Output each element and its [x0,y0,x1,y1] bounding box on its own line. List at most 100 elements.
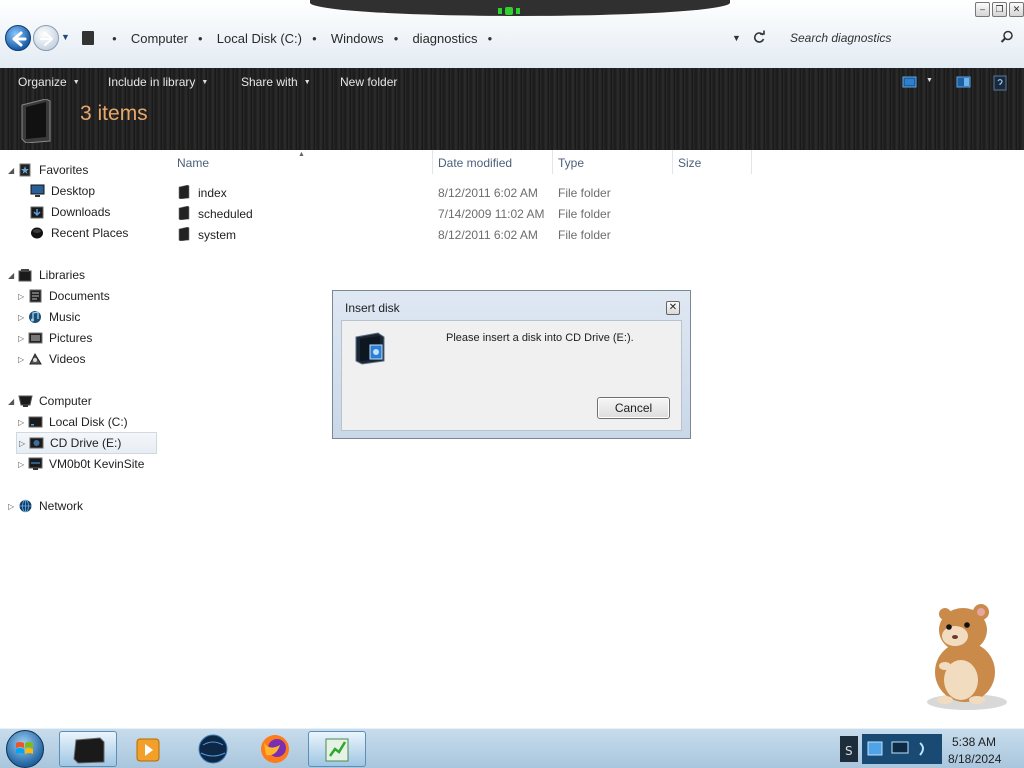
chevron-down-icon: ▼ [72,78,80,86]
start-button[interactable] [6,730,44,768]
refresh-icon [753,30,765,43]
downloads-icon [30,206,44,219]
nav-cd-drive-e-label: CD Drive (E:) [50,436,122,450]
include-in-library-button[interactable]: Include in library ▼ [108,75,208,89]
breadcrumb-separator[interactable]: ● [198,34,203,43]
favorites-icon [19,163,31,177]
forward-arrow-icon [40,32,53,46]
nav-computer[interactable]: ◢ Computer [8,391,92,411]
nav-favorites[interactable]: ◢ Favorites [8,160,88,180]
column-header-size[interactable]: Size [678,156,701,170]
change-view-icon[interactable] [902,75,918,89]
breadcrumb-windows[interactable]: Windows [331,31,384,46]
file-type: File folder [558,207,611,221]
nav-downloads[interactable]: Downloads [30,202,110,222]
libraries-icon [18,269,32,282]
expand-arrow-icon[interactable]: ▷ [18,313,28,322]
view-options-dropdown[interactable]: ▼ [926,77,933,84]
nav-desktop[interactable]: Desktop [30,181,95,201]
back-button[interactable] [5,25,31,51]
folder-icon [178,227,190,241]
nav-recent-places-label: Recent Places [51,226,129,240]
search-icon[interactable] [1000,30,1014,44]
recent-pages-dropdown-button[interactable]: ▼ [61,32,71,42]
collapse-arrow-icon[interactable]: ◢ [8,271,18,280]
nav-network-location[interactable]: ▷ VM0b0t KevinSite [18,454,144,474]
show-hidden-icons-icon[interactable]: S [840,736,858,762]
breadcrumb-separator[interactable]: ● [312,34,317,43]
breadcrumb-separator[interactable]: ● [394,34,399,43]
nav-local-disk-c[interactable]: ▷ Local Disk (C:) [18,412,128,432]
nav-music-label: Music [49,310,81,324]
breadcrumb-diagnostics[interactable]: diagnostics [412,31,477,46]
breadcrumb-computer[interactable]: Computer [131,31,188,46]
minimize-button[interactable]: ‒ [975,2,990,17]
taskbar-globe-browser-button[interactable] [185,731,243,767]
new-folder-button[interactable]: New folder [340,75,397,89]
preview-pane-icon[interactable] [956,75,972,89]
breadcrumb-separator[interactable]: ● [488,34,493,43]
file-date-modified: 8/12/2011 6:02 AM [438,228,538,242]
taskbar-explorer-button[interactable] [59,731,117,767]
column-header-type[interactable]: Type [558,156,584,170]
file-type: File folder [558,186,611,200]
nav-documents[interactable]: ▷ Documents [18,286,110,306]
taskbar-media-player-button[interactable] [120,731,178,767]
collapse-arrow-icon[interactable]: ◢ [8,397,18,406]
organize-button[interactable]: Organize ▼ [18,75,80,89]
collapse-arrow-icon[interactable]: ◢ [8,166,18,175]
nav-cd-drive-e[interactable]: ▷ CD Drive (E:) [16,432,157,454]
expand-arrow-icon[interactable]: ▷ [19,439,29,448]
column-separator[interactable] [432,150,433,174]
column-separator[interactable] [552,150,553,174]
column-header-date-modified[interactable]: Date modified [438,156,512,170]
close-button[interactable]: ✕ [1009,2,1024,17]
dialog-close-button[interactable]: ✕ [666,301,680,315]
expand-arrow-icon[interactable]: ▷ [18,292,28,301]
chart-task-icon [325,738,349,762]
nav-recent-places[interactable]: Recent Places [30,223,128,243]
nav-videos[interactable]: ▷ Videos [18,349,85,369]
music-icon [29,311,41,323]
dialog-title: Insert disk [345,301,400,315]
nav-network[interactable]: ▷ Network [8,496,83,516]
file-name: system [198,228,237,242]
taskbar-firefox-button[interactable] [246,731,304,767]
nav-libraries[interactable]: ◢ Libraries [8,265,85,285]
column-header-name[interactable]: Name [177,156,209,170]
expand-arrow-icon[interactable]: ▷ [18,355,28,364]
breadcrumb-separator[interactable]: ● [112,34,117,43]
window-controls: ‒ ❐ ✕ [975,2,1024,17]
expand-arrow-icon[interactable]: ▷ [18,460,28,469]
expand-arrow-icon[interactable]: ▷ [8,502,18,511]
column-separator[interactable] [751,150,752,174]
search-input[interactable]: Search diagnostics [780,26,1020,50]
nav-pictures-label: Pictures [49,331,93,345]
table-row[interactable]: index 8/12/2011 6:02 AM File folder [165,182,765,202]
clock-time[interactable]: 5:38 AM [952,735,996,749]
taskbar-task-button[interactable] [308,731,366,767]
nav-music[interactable]: ▷ Music [18,307,80,327]
insert-disk-dialog: Insert disk ✕ Please insert a disk into … [332,290,691,439]
videos-icon [29,352,42,365]
refresh-button[interactable] [752,30,766,47]
share-with-button[interactable]: Share with ▼ [241,75,311,89]
nav-pictures[interactable]: ▷ Pictures [18,328,92,348]
table-row[interactable]: system 8/12/2011 6:02 AM File folder [165,224,765,244]
expand-arrow-icon[interactable]: ▷ [18,334,28,343]
column-separator[interactable] [672,150,673,174]
breadcrumb-local-disk[interactable]: Local Disk (C:) [217,31,302,46]
nav-network-label: Network [39,499,84,513]
file-date-modified: 7/14/2009 11:02 AM [438,207,545,221]
table-row[interactable]: scheduled 7/14/2009 11:02 AM File folder [165,203,765,223]
clock-date[interactable]: 8/18/2024 [948,752,1001,766]
expand-arrow-icon[interactable]: ▷ [18,418,28,427]
navigation-pane: ◢ Favorites Desktop Downloads Recent Pla… [0,150,165,728]
address-history-dropdown[interactable]: ▼ [732,33,741,43]
forward-button[interactable] [33,25,59,51]
maximize-button[interactable]: ❐ [992,2,1007,17]
help-icon[interactable] [992,75,1008,91]
breadcrumb[interactable]: ● Computer ● Local Disk (C:) ● Windows ●… [80,26,770,50]
cancel-button[interactable]: Cancel [597,397,670,419]
computer-icon [18,395,33,407]
